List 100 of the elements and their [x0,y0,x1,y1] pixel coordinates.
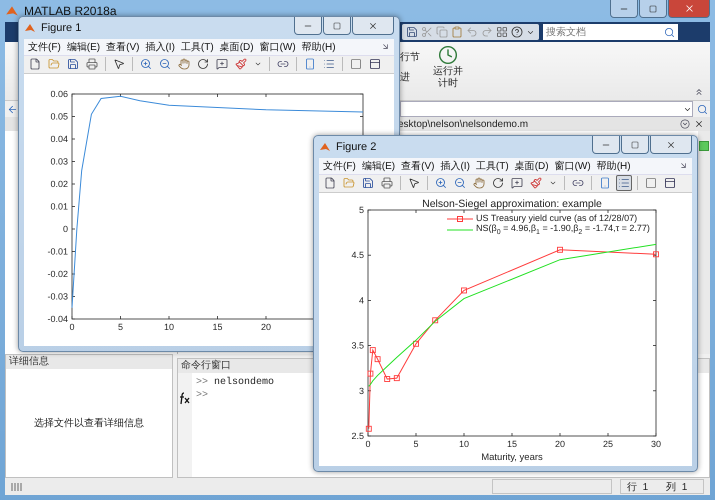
close-icon[interactable] [694,119,704,129]
colorbar-icon [304,58,316,70]
menu-item[interactable]: 编辑(E) [66,40,100,54]
command-prompt: >> [196,377,208,388]
matlab-logo-icon [24,22,36,34]
data-marker [370,347,376,354]
menu-item[interactable]: 工具(T) [476,158,509,173]
maximize-button[interactable] [639,0,667,18]
minimize-button[interactable] [610,0,638,18]
menu-item[interactable]: 查看(V) [401,158,434,173]
back-arrow-icon[interactable] [7,104,18,114]
menu-item[interactable]: 窗口(W) [554,158,591,173]
tick-label: 3.5 [351,340,364,351]
matlab-logo-icon [5,4,19,18]
position-text: 行 1 [627,480,648,494]
new-file-icon [324,177,336,190]
tick-label: 4.5 [351,250,364,260]
minimize-button[interactable] [294,17,322,35]
tick-label: 3 [358,386,364,396]
data-marker [557,246,563,253]
data-marker [461,288,467,294]
legend-button[interactable] [616,175,632,192]
open-folder-icon [343,177,355,190]
menu-item[interactable]: 帮助(H) [596,158,631,173]
data-marker [366,426,372,432]
maximize-button[interactable] [323,17,351,35]
print-button[interactable] [379,175,395,192]
dock-icon[interactable] [381,42,390,52]
tick-label: -0.03 [47,292,68,302]
zoom-in-icon [435,177,447,190]
menu-item[interactable]: 工具(T) [180,40,214,54]
hand-button[interactable] [176,56,192,72]
colorbar-icon [599,177,611,190]
help-icon[interactable] [511,26,523,38]
menu-item[interactable]: 插入(I) [440,158,470,173]
maximize-icon [649,4,657,12]
dropdown-icon[interactable] [680,119,690,129]
address-field[interactable] [400,101,693,117]
tick-label: 20 [555,439,565,449]
menu-item[interactable]: 编辑(E) [362,158,396,173]
close-button[interactable] [650,136,692,154]
search-icon[interactable] [697,104,708,114]
brush-button[interactable] [528,175,544,192]
layout-icon [664,177,676,190]
square-icon [645,177,657,190]
axis-label: Maturity, years [481,452,543,463]
legend-label: NS(β$_{0}$ = 4.96,β$_{1}$ = -1.90,β$_{2}$ = -1.74,τ = 2.77) [476,224,650,236]
fx-icon[interactable] [179,391,191,405]
close-button[interactable] [352,17,394,35]
save-icon[interactable] [406,26,418,38]
brush-icon [235,58,247,70]
data-marker [384,376,390,382]
menu-item[interactable]: 插入(I) [145,40,175,54]
window-grid-icon[interactable] [496,26,508,38]
hand-icon [473,177,485,190]
collapse-icon[interactable] [694,87,704,97]
tick-label: -0.01 [47,246,68,256]
window-title: MATLAB R2018a [24,4,118,18]
tick-label: 0.02 [50,179,68,189]
tick-label: 5 [414,439,418,449]
menu-item[interactable]: 查看(V) [106,40,140,54]
tick-label: 0 [62,224,68,234]
menu-item[interactable]: 窗口(W) [260,40,296,54]
close-button[interactable] [668,0,710,18]
search-icon [664,26,675,38]
search-field[interactable]: 搜索文档 [543,24,678,40]
data-tip-button[interactable] [214,56,230,72]
tick-label: 0 [70,322,74,332]
clipboard-icon[interactable] [451,26,463,38]
menu-item[interactable]: 桌面(D) [220,40,254,54]
tick-label: 0.05 [50,112,68,122]
data-marker [653,251,659,258]
brush-icon [530,177,542,190]
run-and-time-button[interactable]: 运行并计时 [432,42,464,100]
zoom-out-icon [454,177,466,190]
print-icon [86,58,98,70]
menu-item[interactable]: 文件(F) [323,158,356,173]
dock-icon[interactable] [679,161,688,170]
zoom-in-icon [140,58,152,70]
data-tip-button[interactable] [509,175,525,192]
matlab-logo-icon [319,141,331,153]
tick-label: 5 [118,322,123,332]
maximize-icon [631,140,639,148]
menu-item[interactable]: 帮助(H) [302,40,336,54]
print-icon [381,177,393,190]
close-icon [368,20,378,30]
data-tip-icon [511,177,523,190]
print-button[interactable] [84,56,100,72]
minimize-button[interactable] [592,136,620,154]
tick-label: 0.06 [50,89,68,99]
tick-label: 10 [459,439,469,449]
hand-button[interactable] [471,175,487,192]
menu-item[interactable]: 桌面(D) [514,158,549,173]
tick-label: 15 [507,439,517,449]
ribbon-label[interactable]: 行节 [400,50,420,64]
tick-label: 20 [261,322,271,332]
brush-button[interactable] [233,56,249,72]
menu-item[interactable]: 文件(F) [28,40,61,54]
maximize-button[interactable] [621,136,649,154]
ribbon-label[interactable]: 进 [400,70,420,84]
